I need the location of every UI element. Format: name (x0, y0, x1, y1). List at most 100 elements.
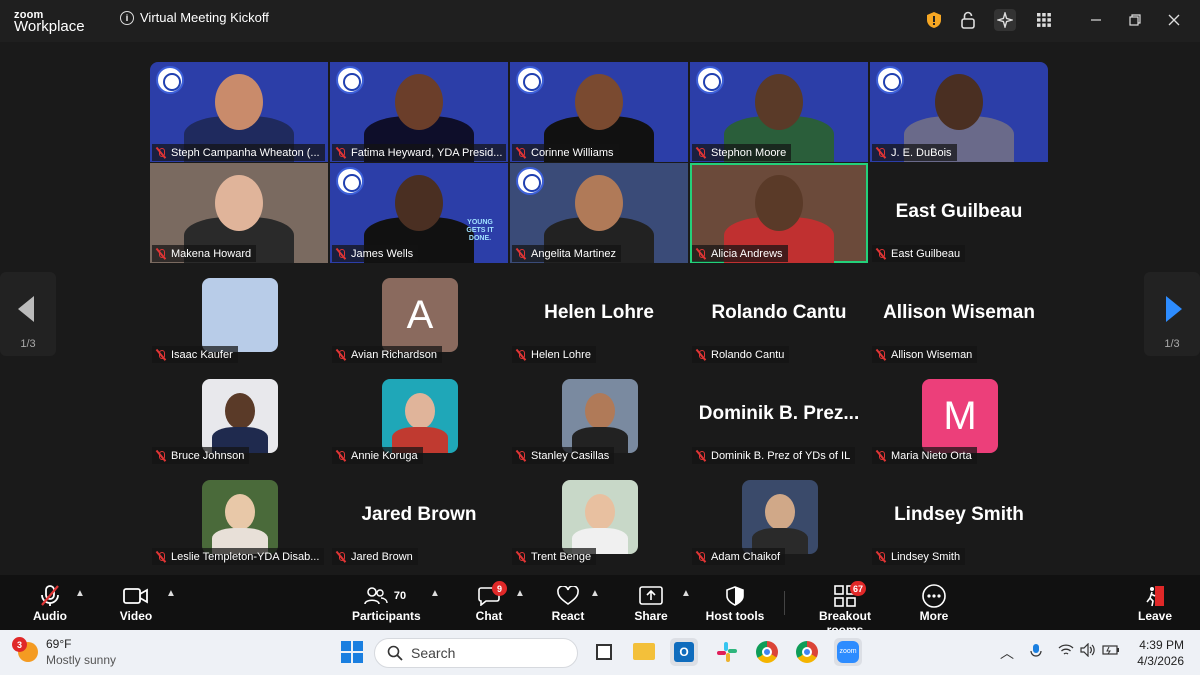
microphone-muted-icon (695, 248, 707, 260)
share-button[interactable]: Share (634, 583, 668, 623)
react-button[interactable]: React (550, 583, 586, 623)
gallery-view: 1/3 1/3 Steph Campanha Wheaton (... Fatim… (0, 42, 1200, 575)
file-explorer-icon[interactable] (630, 638, 658, 666)
react-options-caret[interactable]: ▲ (590, 588, 600, 599)
participant-name-bar: Steph Campanha Wheaton (... (152, 144, 325, 161)
participant-tile[interactable]: Makena Howard (150, 163, 328, 263)
battery-icon[interactable] (1102, 643, 1120, 659)
participant-tile[interactable]: M Maria Nieto Orta (870, 365, 1048, 465)
participant-tile[interactable]: Dominik B. Prez... Dominik B. Prez of YDs… (690, 365, 868, 465)
participants-options-caret[interactable]: ▲ (430, 588, 440, 599)
participant-tile[interactable]: Lindsey Smith Lindsey Smith (870, 466, 1048, 566)
video-button[interactable]: Video (116, 583, 156, 623)
taskbar-search[interactable]: Search (374, 638, 578, 668)
microphone-muted-icon (515, 450, 527, 462)
host-tools-label: Host tools (705, 609, 765, 623)
participant-name-bar: James Wells (332, 245, 419, 262)
participant-tile[interactable]: Fatima Heyward, YDA Presid... (330, 62, 508, 162)
participant-tile[interactable]: Rolando Cantu Rolando Cantu (690, 264, 868, 364)
breakout-rooms-button[interactable]: Breakout rooms 67 (802, 581, 888, 637)
chat-button[interactable]: Chat 9 (472, 581, 507, 623)
shield-icon[interactable] (923, 9, 945, 31)
participant-display-name: Dominik B. Prez... (698, 403, 860, 424)
participant-face (935, 74, 983, 130)
outlook-icon[interactable]: O (670, 638, 698, 666)
share-options-caret[interactable]: ▲ (681, 588, 691, 599)
lock-icon[interactable] (957, 9, 979, 31)
microphone-muted-icon (155, 349, 167, 361)
participant-tile[interactable]: J. E. DuBois (870, 62, 1048, 162)
participant-name: Jared Brown (351, 550, 413, 563)
host-tools-button[interactable]: Host tools (704, 583, 766, 623)
photo-face (585, 494, 615, 530)
participant-tile[interactable]: Trent Benge (510, 466, 688, 566)
system-clock[interactable]: 4:39 PM 4/3/2026 (1137, 637, 1184, 669)
chrome-profile-icon[interactable] (753, 638, 781, 666)
participant-tile[interactable]: A Avian Richardson (330, 264, 508, 364)
participant-name: Lindsey Smith (891, 550, 961, 563)
microphone-muted-icon (515, 147, 527, 159)
microphone-icon[interactable] (1030, 643, 1042, 662)
minimize-icon[interactable] (1085, 9, 1107, 31)
participant-name: Stephon Moore (711, 146, 787, 159)
participant-name: Bruce Johnson (171, 449, 245, 462)
participant-tile[interactable]: Adam Chaikof (690, 466, 868, 566)
microphone-muted-icon (515, 349, 527, 361)
info-icon[interactable]: i (120, 10, 134, 25)
participant-tile[interactable]: Isaac Kaufer (150, 264, 328, 364)
zoom-app-icon[interactable]: zoom (834, 638, 862, 666)
participant-tile[interactable]: Jared Brown Jared Brown (330, 466, 508, 566)
participant-tile[interactable]: East Guilbeau East Guilbeau (870, 163, 1048, 263)
participant-tile[interactable]: Steph Campanha Wheaton (... (150, 62, 328, 162)
microphone-muted-icon (155, 147, 167, 159)
profile-photo (202, 480, 278, 554)
photo-face (225, 494, 255, 530)
close-icon[interactable] (1163, 9, 1185, 31)
show-hidden-icons[interactable]: ︿ (1000, 643, 1014, 663)
wifi-icon[interactable] (1058, 643, 1074, 660)
task-view-icon[interactable] (590, 638, 618, 666)
participant-tile[interactable]: Helen Lohre Helen Lohre (510, 264, 688, 364)
participant-tile[interactable]: YOUNG GETS IT DONE. James Wells (330, 163, 508, 263)
participant-face (395, 74, 443, 130)
microphone-muted-icon (155, 450, 167, 462)
weather-widget[interactable]: 3 69°F Mostly sunny (12, 636, 116, 668)
search-icon (387, 645, 403, 661)
participant-name: Alicia Andrews (711, 247, 783, 260)
participant-name-bar: Maria Nieto Orta (872, 447, 977, 464)
participant-tile[interactable]: Annie Koruga (330, 365, 508, 465)
participant-tile[interactable]: Angelita Martinez (510, 163, 688, 263)
audio-options-caret[interactable]: ▲ (75, 588, 85, 599)
more-button[interactable]: More (916, 583, 952, 623)
video-options-caret[interactable]: ▲ (166, 588, 176, 599)
volume-icon[interactable] (1080, 642, 1096, 660)
previous-page-button[interactable]: 1/3 (0, 272, 56, 356)
participant-tile[interactable]: Stanley Casillas (510, 365, 688, 465)
share-label: Share (634, 609, 668, 623)
ai-companion-icon[interactable] (994, 9, 1016, 31)
leave-button[interactable]: Leave (1136, 583, 1174, 623)
chat-options-caret[interactable]: ▲ (515, 588, 525, 599)
participant-face (215, 175, 263, 231)
participant-tile[interactable]: Stephon Moore (690, 62, 868, 162)
participant-tile[interactable]: Bruce Johnson (150, 365, 328, 465)
avatar (202, 278, 278, 352)
start-menu-icon[interactable] (338, 638, 366, 666)
apps-grid-icon[interactable] (1033, 9, 1055, 31)
participant-tile[interactable]: Alicia Andrews (690, 163, 868, 263)
slack-icon[interactable] (713, 638, 741, 666)
meeting-info[interactable]: i Virtual Meeting Kickoff (120, 10, 269, 25)
audio-button[interactable]: Audio (28, 583, 72, 623)
participant-name-bar: J. E. DuBois (872, 144, 957, 161)
microphone-muted-icon (335, 248, 347, 260)
participant-name: Isaac Kaufer (171, 348, 233, 361)
participant-tile[interactable]: Leslie Templeton-YDA Disab... (150, 466, 328, 566)
chrome-icon[interactable] (793, 638, 821, 666)
participant-tile[interactable]: Corinne Williams (510, 62, 688, 162)
participants-button[interactable]: 70 Participants (352, 583, 421, 623)
restore-icon[interactable] (1124, 9, 1146, 31)
participant-name: Fatima Heyward, YDA Presid... (351, 146, 503, 159)
next-page-button[interactable]: 1/3 (1144, 272, 1200, 356)
participant-tile[interactable]: Allison Wiseman Allison Wiseman (870, 264, 1048, 364)
share-screen-icon (634, 583, 668, 609)
